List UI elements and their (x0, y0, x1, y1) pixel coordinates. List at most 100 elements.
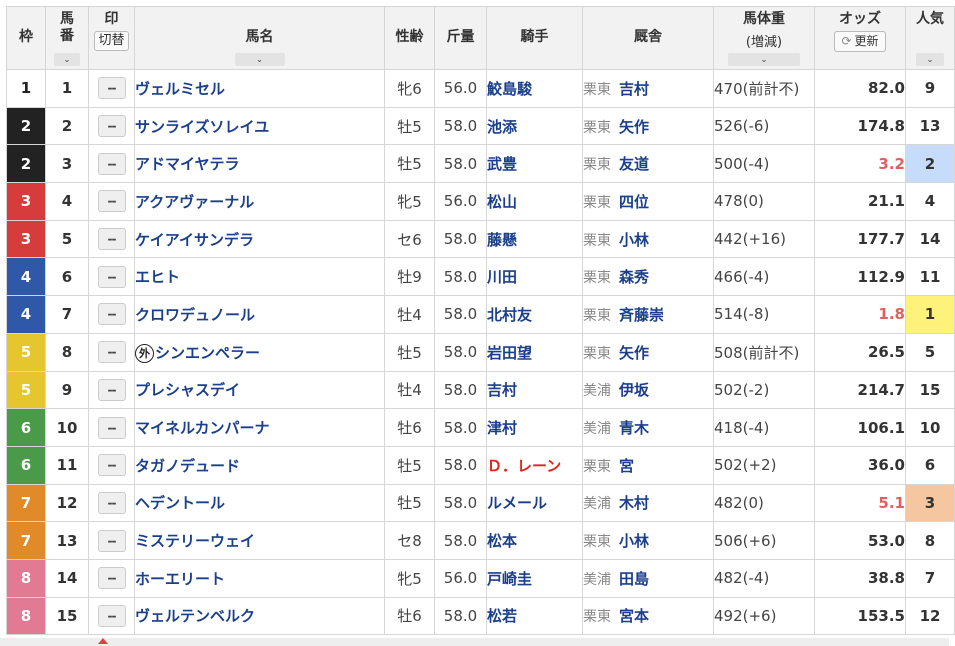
mark-button[interactable]: -- (97, 491, 126, 514)
jockey-link[interactable]: 北村友 (487, 306, 532, 324)
jockey-link[interactable]: Ｄ．レーン (487, 457, 561, 475)
bodyweight-cell: 482(-4) (713, 558, 815, 598)
mark-button[interactable]: -- (97, 190, 126, 213)
mark-button[interactable]: -- (97, 152, 126, 175)
popularity-cell: 6 (905, 445, 955, 485)
popularity-cell: 1 (905, 295, 955, 334)
mark-button[interactable]: -- (97, 115, 126, 138)
trainer-link[interactable]: 斉藤崇 (619, 306, 664, 324)
mark-button[interactable]: -- (97, 228, 126, 251)
trainer-area: 美浦 (583, 421, 611, 438)
horizontal-scrollbar[interactable] (0, 638, 949, 646)
waku-cell: 5 (6, 332, 46, 372)
jockey-link[interactable]: 川田 (487, 268, 517, 286)
trainer-link[interactable]: 矢作 (619, 118, 649, 136)
trainer-area: 栗東 (583, 232, 611, 249)
jockey-link[interactable]: 池添 (487, 118, 517, 136)
jockey-link[interactable]: 岩田望 (487, 344, 532, 362)
trainer-link[interactable]: 矢作 (619, 344, 649, 362)
trainer-link[interactable]: 田島 (619, 570, 649, 588)
horse-name-link[interactable]: アドマイヤテラ (135, 155, 240, 173)
trainer-link[interactable]: 四位 (619, 193, 649, 211)
umaban-cell: 8 (45, 332, 89, 372)
bodyweight-cell: 502(+2) (713, 445, 815, 485)
mark-button[interactable]: -- (97, 604, 126, 627)
header-waku-label: 枠 (19, 29, 33, 45)
waku-cell: 2 (6, 144, 46, 184)
jockey-link[interactable]: 津村 (487, 419, 517, 437)
header-umaban[interactable]: 馬 番 ⌄ (45, 6, 89, 70)
header-horse[interactable]: 馬名 ⌄ (134, 6, 385, 70)
horse-name-link[interactable]: ケイアイサンデラ (135, 231, 254, 249)
odds-update-button[interactable]: ⟳ 更新 (834, 31, 886, 52)
horse-name-link[interactable]: アクアヴァーナル (135, 193, 254, 211)
jockey-link[interactable]: ルメール (487, 494, 547, 512)
bodyweight-cell: 502(-2) (713, 370, 815, 410)
sort-umaban-icon[interactable]: ⌄ (54, 53, 80, 66)
trainer-link[interactable]: 宮 (619, 457, 634, 475)
header-row: 枠 馬 番 ⌄ 印 切替 馬名 ⌄ 性齢 斤量 騎手 厩舎 馬体重 (増減) ⌄… (6, 6, 955, 70)
sort-bodyweight-icon[interactable]: ⌄ (728, 53, 800, 66)
horse-name-link[interactable]: エヒト (135, 268, 180, 286)
horse-name-link[interactable]: マイネルカンパーナ (135, 419, 270, 437)
horse-name-cell: ミステリーウェイ (134, 521, 385, 560)
mark-button[interactable]: -- (97, 265, 126, 288)
mark-button[interactable]: -- (97, 416, 126, 439)
jockey-link[interactable]: 松本 (487, 532, 517, 550)
header-bodyweight[interactable]: 馬体重 (増減) ⌄ (713, 6, 815, 70)
trainer-link[interactable]: 木村 (619, 494, 649, 512)
mark-button[interactable]: -- (97, 303, 126, 326)
jockey-link[interactable]: 松山 (487, 193, 517, 211)
trainer-area: 栗東 (583, 307, 611, 324)
trainer-link[interactable]: 森秀 (619, 268, 649, 286)
trainer-link[interactable]: 青木 (619, 419, 649, 437)
jockey-link[interactable]: 吉村 (487, 381, 517, 399)
trainer-link[interactable]: 宮本 (619, 607, 649, 625)
horse-name-link[interactable]: ヴェルテンベルク (135, 607, 255, 625)
waku-cell: 2 (6, 106, 46, 146)
trainer-link[interactable]: 友道 (619, 155, 649, 173)
mark-button[interactable]: -- (97, 341, 126, 364)
trainer-link[interactable]: 小林 (619, 532, 649, 550)
jockey-link[interactable]: 鮫島駿 (487, 80, 532, 98)
jockey-link[interactable]: 戸崎圭 (487, 570, 532, 588)
odds-cell: 3.2 (814, 144, 906, 184)
odds-cell: 5.1 (814, 483, 906, 523)
sort-pop-icon[interactable]: ⌄ (916, 53, 944, 66)
sexage-cell: 牡5 (384, 445, 435, 485)
horse-name-link[interactable]: プレシャスデイ (135, 381, 240, 399)
entry-rows: 1 1 -- ヴェルミセル 牝6 56.0 鮫島駿 栗東 吉村 470(前計不) 82.0 9 2 2 --… (6, 69, 955, 636)
horse-name-link[interactable]: クロワデュノール (135, 306, 255, 324)
horse-name-link[interactable]: ヴェルミセル (135, 80, 225, 98)
umaban-cell: 3 (45, 144, 89, 184)
mark-button[interactable]: -- (97, 77, 126, 100)
horse-name-link[interactable]: ミステリーウェイ (135, 532, 255, 550)
trainer-link[interactable]: 伊坂 (619, 381, 649, 399)
jockey-link[interactable]: 武豊 (487, 155, 517, 173)
table-row: 8 14 -- ホーエリート 牝5 56.0 戸崎圭 美浦 田島 482(-4) 38.8 7 (6, 558, 955, 598)
mark-toggle-button[interactable]: 切替 (94, 31, 129, 51)
horse-name-link[interactable]: ヘデントール (135, 494, 225, 512)
trainer-link[interactable]: 小林 (619, 231, 649, 249)
mark-button[interactable]: -- (97, 529, 126, 552)
header-weight-label: 斤量 (446, 29, 475, 45)
horse-name-link[interactable]: シンエンペラー (155, 344, 260, 362)
mark-button[interactable]: -- (97, 454, 126, 477)
jockey-link[interactable]: 松若 (487, 607, 517, 625)
popularity-cell: 15 (905, 370, 955, 410)
horse-name-link[interactable]: サンライズソレイユ (135, 118, 269, 136)
trainer-link[interactable]: 吉村 (619, 80, 649, 98)
jockey-link[interactable]: 藤懸 (487, 231, 517, 249)
odds-cell: 1.8 (814, 295, 906, 334)
horse-name-link[interactable]: タガノデュード (135, 457, 240, 475)
mark-button[interactable]: -- (97, 378, 126, 401)
weight-cell: 58.0 (434, 445, 487, 485)
mark-cell: -- (88, 370, 135, 410)
table-row: 5 8 -- 外シンエンペラー 牡5 58.0 岩田望 栗東 矢作 508(前計不) 26.5 5 (6, 332, 955, 372)
horse-name-cell: タガノデュード (134, 445, 385, 485)
popularity-cell: 11 (905, 257, 955, 297)
sort-horse-icon[interactable]: ⌄ (234, 53, 285, 66)
horse-name-link[interactable]: ホーエリート (135, 570, 225, 588)
mark-button[interactable]: -- (97, 567, 126, 590)
header-pop[interactable]: 人気 ⌄ (905, 6, 955, 70)
